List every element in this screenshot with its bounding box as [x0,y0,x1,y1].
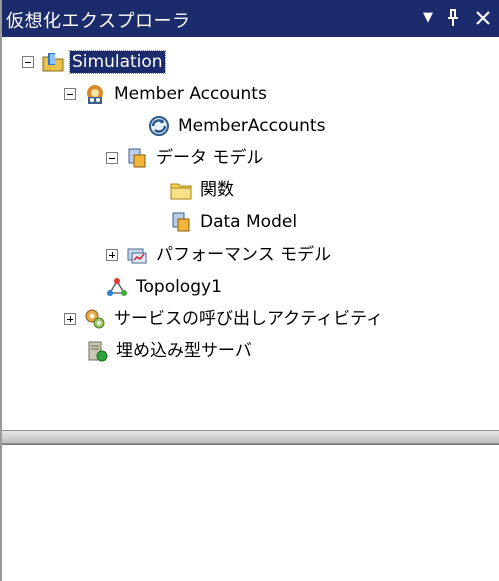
simulation-folder-icon [42,51,64,73]
collapse-icon[interactable] [22,56,34,68]
tree-label-memberaccounts-service[interactable]: MemberAccounts [176,115,327,137]
panel-title-bar: 仮想化エクスプローラ ▼ [2,0,499,37]
tree-label-data-model[interactable]: Data Model [198,211,299,233]
service-gear-icon [84,83,106,105]
activity-gears-icon [84,308,106,330]
tree-label-embedded-server[interactable]: 埋め込み型サーバ [114,340,254,362]
tree-node-member-accounts[interactable]: Member Accounts [64,79,269,109]
tree-node-simulation[interactable]: Simulation [22,47,166,77]
data-model-icon [126,147,148,169]
panel-title: 仮想化エクスプローラ [6,11,191,32]
topology-icon [106,276,128,298]
properties-pane [2,444,499,581]
tree-node-data-model[interactable]: Data Model [170,207,299,237]
tree-label-simulation[interactable]: Simulation [69,50,166,74]
server-icon [86,340,108,362]
tree-label-performance-model[interactable]: パフォーマンス モデル [154,244,333,266]
expand-icon[interactable] [64,313,76,325]
tree-node-topology[interactable]: Topology1 [106,272,224,302]
tree-node-functions[interactable]: 関数 [170,175,236,205]
tree-node-embedded-server[interactable]: 埋め込み型サーバ [86,336,254,366]
tree-label-data-model-folder[interactable]: データ モデル [154,147,265,169]
performance-model-icon [126,244,148,266]
tree-node-memberaccounts-service[interactable]: MemberAccounts [148,111,327,141]
pane-splitter[interactable] [2,430,499,444]
expand-icon[interactable] [106,249,118,261]
tree-label-topology[interactable]: Topology1 [134,276,224,298]
tree-node-service-call-activity[interactable]: サービスの呼び出しアクティビティ [64,304,385,334]
tree-node-data-model-folder[interactable]: データ モデル [106,143,265,173]
close-icon[interactable] [470,3,496,33]
collapse-icon[interactable] [106,152,118,164]
explorer-tree: Simulation Member Accounts MemberAccount… [2,37,499,430]
tree-label-service-call-activity[interactable]: サービスの呼び出しアクティビティ [112,308,385,330]
tree-node-performance-model[interactable]: パフォーマンス モデル [106,240,333,270]
virtualization-explorer-panel: 仮想化エクスプローラ ▼ Simulation Member Accounts [0,0,499,581]
pin-icon[interactable] [440,3,466,33]
tree-label-functions[interactable]: 関数 [198,179,236,201]
tree-label-member-accounts[interactable]: Member Accounts [112,83,269,105]
refresh-circle-icon [148,115,170,137]
dropdown-arrow-icon[interactable]: ▼ [415,3,441,33]
collapse-icon[interactable] [64,88,76,100]
folder-icon [170,179,192,201]
data-model-icon [170,211,192,233]
